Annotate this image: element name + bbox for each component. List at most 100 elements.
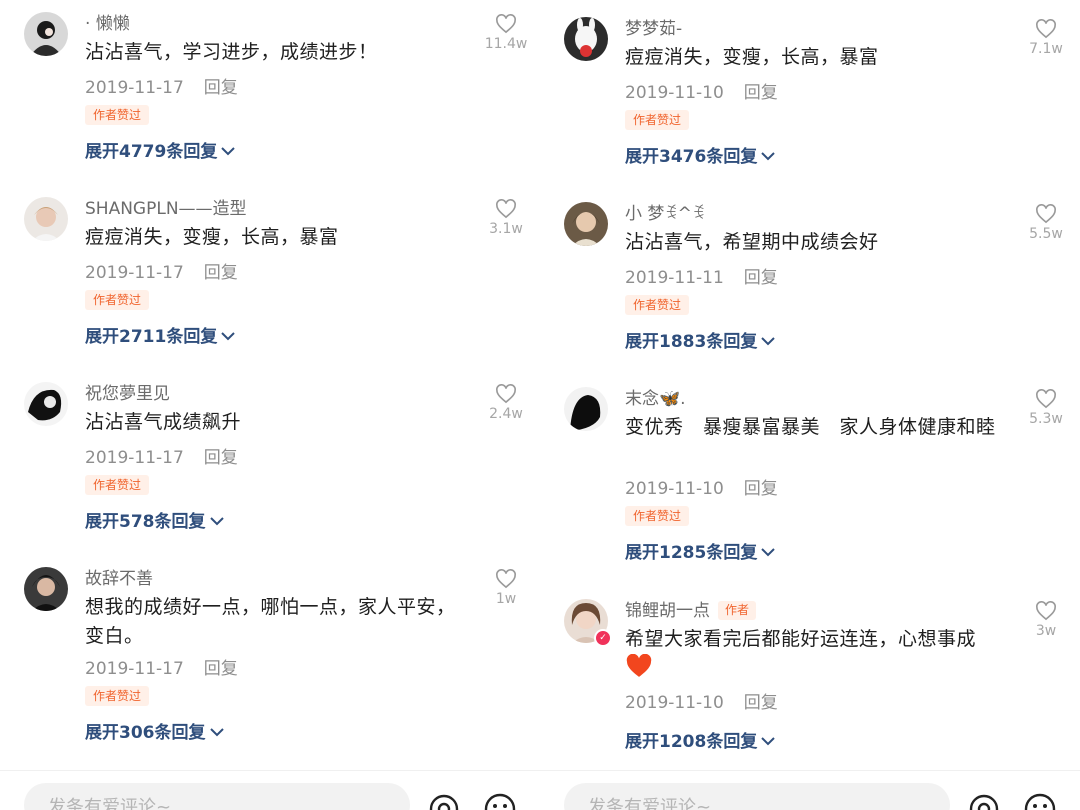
username[interactable]: 锦鲤胡一点 作者 xyxy=(625,599,757,623)
comment-date: 2019-11-17 xyxy=(85,448,184,468)
comment-text: 沾沾喜气，学习进步，成绩进步！ xyxy=(85,41,378,63)
like-button[interactable]: 1w xyxy=(470,567,540,608)
comment-meta: 2019-11-17 回复 xyxy=(85,657,238,681)
comment-input[interactable]: 发条有爱评论~ xyxy=(564,783,950,810)
avatar[interactable] xyxy=(564,387,608,431)
heart-icon xyxy=(1036,601,1056,621)
username[interactable]: 故辞不善 xyxy=(85,567,153,591)
comment-meta: 2019-11-17 回复 xyxy=(85,446,238,470)
expand-replies-button[interactable]: 展开2711条回复 xyxy=(85,325,236,349)
chevron-down-icon xyxy=(221,147,236,156)
heart-icon xyxy=(496,384,516,404)
username[interactable]: · 懒懒 xyxy=(85,12,130,36)
chevron-down-icon xyxy=(761,152,776,161)
like-button[interactable]: 7.1w xyxy=(1010,17,1080,58)
comment-meta: 2019-11-11 回复 xyxy=(625,266,778,290)
emoji-icon[interactable] xyxy=(1022,791,1058,810)
username[interactable]: SHANGPLN——造型 xyxy=(85,197,247,221)
comment-text: 沾沾喜气，希望期中成绩会好 xyxy=(625,231,879,253)
expand-replies-button[interactable]: 展开4779条回复 xyxy=(85,140,236,164)
expand-replies-button[interactable]: 展开3476条回复 xyxy=(625,145,776,169)
reply-button[interactable]: 回复 xyxy=(204,659,238,679)
expand-replies-label: 展开1285条回复 xyxy=(625,543,758,563)
comment-text: 沾沾喜气成绩飙升 xyxy=(85,411,242,433)
expand-replies-button[interactable]: 展开1285条回复 xyxy=(625,541,776,565)
author-liked-badge: 作者赞过 xyxy=(85,105,150,125)
comment-meta: 2019-11-10 回复 xyxy=(625,477,778,501)
comment-date: 2019-11-17 xyxy=(85,78,184,98)
comment-meta: 2019-11-17 回复 xyxy=(85,76,238,100)
expand-replies-label: 展开3476条回复 xyxy=(625,147,758,167)
reply-button[interactable]: 回复 xyxy=(744,83,778,103)
comment-date: 2019-11-17 xyxy=(85,263,184,283)
expand-replies-button[interactable]: 展开1208条回复 xyxy=(625,730,776,754)
reply-button[interactable]: 回复 xyxy=(204,263,238,283)
heart-icon xyxy=(496,14,516,34)
like-button[interactable]: 3.1w xyxy=(470,197,540,238)
reply-button[interactable]: 回复 xyxy=(744,268,778,288)
comment-date: 2019-11-11 xyxy=(625,268,724,288)
comment-text-content: 希望大家看完后都能好运连连，心想事成 xyxy=(625,628,977,650)
username[interactable]: 小 梦ꉂ^ꉂ xyxy=(625,202,705,226)
username-label: 锦鲤胡一点 xyxy=(625,601,710,621)
author-liked-badge: 作者赞过 xyxy=(625,110,690,130)
heart-icon xyxy=(1036,204,1056,224)
comment-date: 2019-11-10 xyxy=(625,479,724,499)
like-button[interactable]: 11.4w xyxy=(470,12,540,53)
heart-icon xyxy=(496,199,516,219)
expand-replies-label: 展开2711条回复 xyxy=(85,327,218,347)
author-liked-badge: 作者赞过 xyxy=(85,686,150,706)
comment-input-bar: 发条有爱评论~ xyxy=(0,770,540,810)
heart-icon xyxy=(1036,389,1056,409)
reply-button[interactable]: 回复 xyxy=(744,693,778,713)
chevron-down-icon xyxy=(761,337,776,346)
expand-replies-button[interactable]: 展开578条回复 xyxy=(85,510,224,534)
comment-column-left: · 懒懒 沾沾喜气，学习进步，成绩进步！ 2019-11-17 回复 作者赞过 展… xyxy=(0,0,540,810)
heart-icon xyxy=(496,569,516,589)
avatar[interactable] xyxy=(24,567,68,611)
avatar[interactable] xyxy=(24,197,68,241)
comment-meta: 2019-11-17 回复 xyxy=(85,261,238,285)
expand-replies-button[interactable]: 展开306条回复 xyxy=(85,721,224,745)
like-count: 3.1w xyxy=(489,221,523,237)
like-count: 1w xyxy=(495,591,517,607)
like-count: 3w xyxy=(1035,623,1057,639)
like-count: 2.4w xyxy=(489,406,523,422)
mention-icon[interactable] xyxy=(966,791,1002,810)
expand-replies-label: 展开578条回复 xyxy=(85,512,206,532)
expand-replies-label: 展开306条回复 xyxy=(85,723,206,743)
avatar[interactable] xyxy=(24,12,68,56)
avatar[interactable] xyxy=(24,382,68,426)
reply-button[interactable]: 回复 xyxy=(204,78,238,98)
mention-icon[interactable] xyxy=(426,791,462,810)
username[interactable]: 梦梦茹- xyxy=(625,17,682,41)
reply-button[interactable]: 回复 xyxy=(744,479,778,499)
like-count: 5.3w xyxy=(1029,411,1063,427)
like-button[interactable]: 2.4w xyxy=(470,382,540,423)
red-heart-emoji-icon xyxy=(626,654,652,677)
chevron-down-icon xyxy=(209,728,224,737)
like-button[interactable]: 5.3w xyxy=(1010,387,1080,428)
username[interactable]: 祝您夢里见 xyxy=(85,382,170,406)
reply-button[interactable]: 回复 xyxy=(204,448,238,468)
avatar[interactable] xyxy=(564,17,608,61)
like-button[interactable]: 5.5w xyxy=(1010,202,1080,243)
comment-meta: 2019-11-10 回复 xyxy=(625,691,778,715)
like-button[interactable]: 3w xyxy=(1010,599,1080,640)
comment-text: 变优秀 暴瘦暴富暴美 家人身体健康和睦 xyxy=(625,416,996,438)
expand-replies-label: 展开1883条回复 xyxy=(625,332,758,352)
comment-date: 2019-11-10 xyxy=(625,83,724,103)
emoji-icon[interactable] xyxy=(482,791,518,810)
avatar[interactable] xyxy=(564,202,608,246)
username[interactable]: 末念🦋. xyxy=(625,387,686,411)
comment-input-placeholder: 发条有爱评论~ xyxy=(588,797,712,810)
comment-column-right: 梦梦茹- 痘痘消失，变瘦，长高，暴富 2019-11-10 回复 作者赞过 展开3… xyxy=(540,0,1080,810)
chevron-down-icon xyxy=(221,332,236,341)
comment-input[interactable]: 发条有爱评论~ xyxy=(24,783,410,810)
chevron-down-icon xyxy=(209,517,224,526)
author-liked-badge: 作者赞过 xyxy=(85,475,150,495)
comment-date: 2019-11-10 xyxy=(625,693,724,713)
comment-text: 痘痘消失，变瘦，长高，暴富 xyxy=(625,46,879,68)
expand-replies-button[interactable]: 展开1883条回复 xyxy=(625,330,776,354)
author-liked-badge: 作者赞过 xyxy=(625,295,690,315)
